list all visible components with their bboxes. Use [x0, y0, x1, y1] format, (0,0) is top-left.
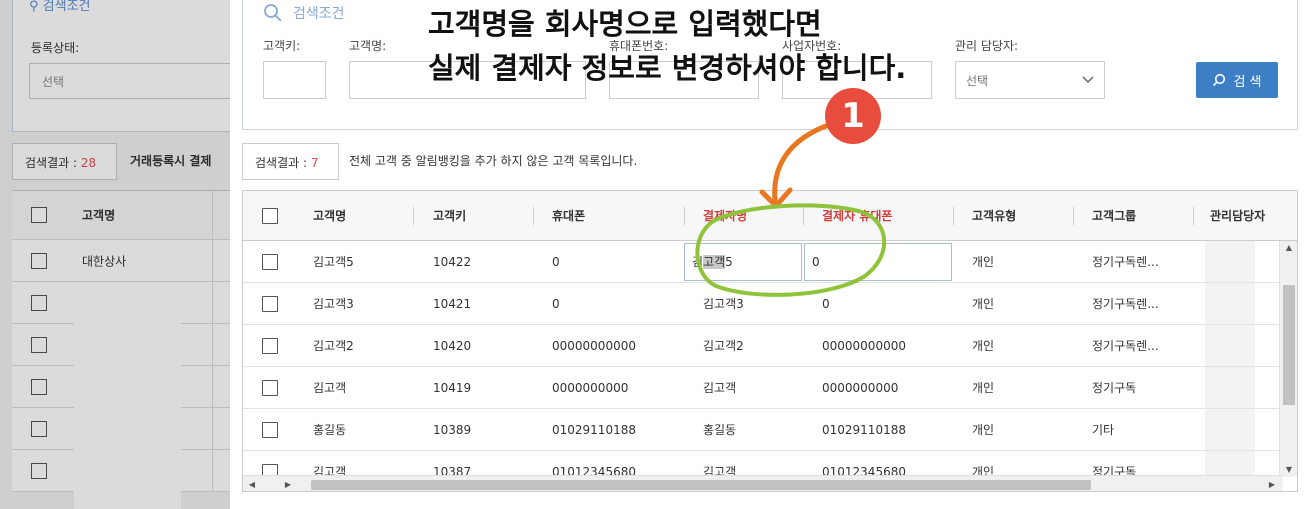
result-count-box: 검색결과 : 7: [242, 143, 339, 180]
col-customer-group[interactable]: 고객그룹: [1092, 191, 1136, 241]
background-page: ⚲ 검색조건 등록상태: 선택 검색결과 : 28 거래등록시 결제 고객명 대…: [0, 0, 230, 509]
cell-payer-name[interactable]: 김고객: [703, 451, 736, 478]
col-payer-name[interactable]: 결제자명: [703, 191, 747, 241]
cell-customer-type: 개인: [972, 339, 995, 353]
row-checkbox[interactable]: [262, 379, 278, 396]
vertical-scroll-thumb[interactable]: [1283, 285, 1295, 405]
cell-payer-name[interactable]: 홍길동: [703, 409, 736, 451]
step-number-badge: 1: [825, 88, 881, 144]
cell-customer-type: 개인: [972, 297, 995, 311]
grid-body: 김고객5 10422 0 김고객5 0 개인 정기구독렌... 김고객3 104…: [243, 241, 1283, 478]
cell-payer-mobile[interactable]: 0: [822, 283, 830, 325]
manager-label: 관리 담당자:: [955, 39, 1019, 53]
table-row[interactable]: 김고객3 10421 0 김고객3 0 개인 정기구독렌...: [243, 283, 1283, 325]
cell-payer-mobile[interactable]: 01012345680: [822, 451, 906, 478]
col-customer-key[interactable]: 고객키: [433, 191, 466, 241]
cell-mobile: 00000000000: [552, 339, 636, 353]
cell-customer-group: 정기구독: [1092, 465, 1137, 478]
search-icon: [264, 4, 282, 22]
cell-customer-type: 개인: [972, 381, 995, 395]
cell-payer-name[interactable]: 김고객: [703, 367, 736, 409]
col-mobile[interactable]: 휴대폰: [552, 191, 585, 241]
cell-payer-mobile[interactable]: 0000000000: [822, 367, 898, 409]
payer-name-edit-input[interactable]: 김고객5: [684, 243, 802, 281]
customer-key-label: 고객키:: [263, 39, 301, 53]
scroll-left-icon[interactable]: ◀: [245, 476, 259, 491]
cell-customer-key: 10387: [433, 465, 472, 478]
cell-customer-type: 개인: [972, 465, 995, 478]
cell-customer-name: 김고객2: [313, 339, 354, 353]
result-note: 전체 고객 중 알림뱅킹을 추가 하지 않은 고객 목록입니다.: [349, 154, 638, 168]
cell-payer-name[interactable]: 김고객2: [703, 325, 744, 367]
cell-customer-group: 정기구독: [1092, 381, 1137, 395]
cell-customer-type: 개인: [972, 423, 995, 437]
cell-customer-name: 홍길동: [313, 423, 347, 437]
cell-customer-type: 개인: [972, 255, 995, 269]
cell-customer-group: 기타: [1092, 423, 1115, 437]
vertical-scrollbar[interactable]: ▲ ▼: [1279, 241, 1297, 477]
search-button-label: 검 색: [1233, 74, 1262, 90]
cell-customer-name: 김고객: [313, 465, 347, 478]
cell-customer-name: 김고객: [313, 381, 347, 395]
cell-mobile: 01029110188: [552, 423, 636, 437]
cell-customer-key: 10389: [433, 423, 472, 437]
cell-payer-mobile[interactable]: 01029110188: [822, 409, 906, 451]
row-checkbox[interactable]: [262, 253, 278, 270]
manager-select-value: 선택: [966, 73, 989, 88]
table-row[interactable]: 김고객5 10422 0 김고객5 0 개인 정기구독렌...: [243, 241, 1283, 283]
search-title: 검색조건: [263, 3, 345, 23]
cell-customer-key: 10420: [433, 339, 472, 353]
annotation-callout: 고객명을 회사명으로 입력했다면 실제 결제자 정보로 변경하셔야 합니다.: [428, 2, 906, 90]
annotation-line-1: 고객명을 회사명으로 입력했다면: [428, 7, 822, 41]
row-checkbox[interactable]: [262, 295, 278, 312]
customer-grid: 고객명 고객키 휴대폰 결제자명 결제자 휴대폰 고객유형 고객그룹 관리담당자…: [242, 190, 1298, 492]
modal-backdrop: [0, 0, 230, 509]
cell-customer-name: 김고객3: [313, 297, 354, 311]
row-checkbox[interactable]: [262, 337, 278, 354]
col-customer-name[interactable]: 고객명: [313, 191, 346, 241]
cell-payer-name[interactable]: 김고객3: [703, 283, 744, 325]
col-manager[interactable]: 관리담당자: [1210, 191, 1265, 241]
scroll-up-icon[interactable]: ▲: [1280, 241, 1297, 255]
cell-mobile: 0: [552, 255, 560, 269]
table-row[interactable]: 김고객 10387 01012345680 김고객 01012345680 개인…: [243, 451, 1283, 478]
col-customer-type[interactable]: 고객유형: [972, 191, 1016, 241]
payer-mobile-edit-input[interactable]: 0: [804, 243, 952, 281]
scroll-right-icon[interactable]: ▶: [1265, 476, 1279, 491]
col-payer-mobile[interactable]: 결제자 휴대폰: [822, 191, 892, 241]
cell-customer-key: 10421: [433, 297, 472, 311]
row-checkbox[interactable]: [262, 421, 278, 438]
horizontal-scrollbar[interactable]: ◀ ▶ ▶: [243, 475, 1283, 491]
cell-customer-key: 10419: [433, 381, 472, 395]
table-row[interactable]: 홍길동 10389 01029110188 홍길동 01029110188 개인…: [243, 409, 1283, 451]
cell-customer-name: 김고객5: [313, 255, 354, 269]
select-all-checkbox[interactable]: [262, 207, 278, 224]
cell-mobile: 01012345680: [552, 465, 636, 478]
chevron-down-icon: [1082, 76, 1094, 84]
search-icon: [1213, 73, 1226, 87]
cell-customer-group: 정기구독렌...: [1092, 255, 1159, 269]
cell-payer-mobile[interactable]: 00000000000: [822, 325, 906, 367]
result-count: 7: [310, 156, 319, 170]
cell-customer-key: 10422: [433, 255, 472, 269]
search-button[interactable]: 검 색: [1196, 62, 1278, 98]
selected-text: 고객: [703, 255, 726, 269]
cell-customer-group: 정기구독렌...: [1092, 297, 1159, 311]
cell-mobile: 0000000000: [552, 381, 629, 395]
horizontal-scroll-thumb[interactable]: [311, 480, 1091, 490]
cell-customer-group: 정기구독렌...: [1092, 339, 1159, 353]
table-row[interactable]: 김고객2 10420 00000000000 김고객2 00000000000 …: [243, 325, 1283, 367]
cell-mobile: 0: [552, 297, 560, 311]
manager-select[interactable]: 선택: [955, 61, 1105, 99]
annotation-line-2: 실제 결제자 정보로 변경하셔야 합니다.: [428, 51, 907, 85]
customer-name-label: 고객명:: [349, 39, 387, 53]
scroll-right-step-icon[interactable]: ▶: [281, 476, 295, 491]
grid-header: 고객명 고객키 휴대폰 결제자명 결제자 휴대폰 고객유형 고객그룹 관리담당자: [243, 191, 1297, 241]
table-row[interactable]: 김고객 10419 0000000000 김고객 0000000000 개인 정…: [243, 367, 1283, 409]
customer-key-input[interactable]: [263, 61, 326, 99]
